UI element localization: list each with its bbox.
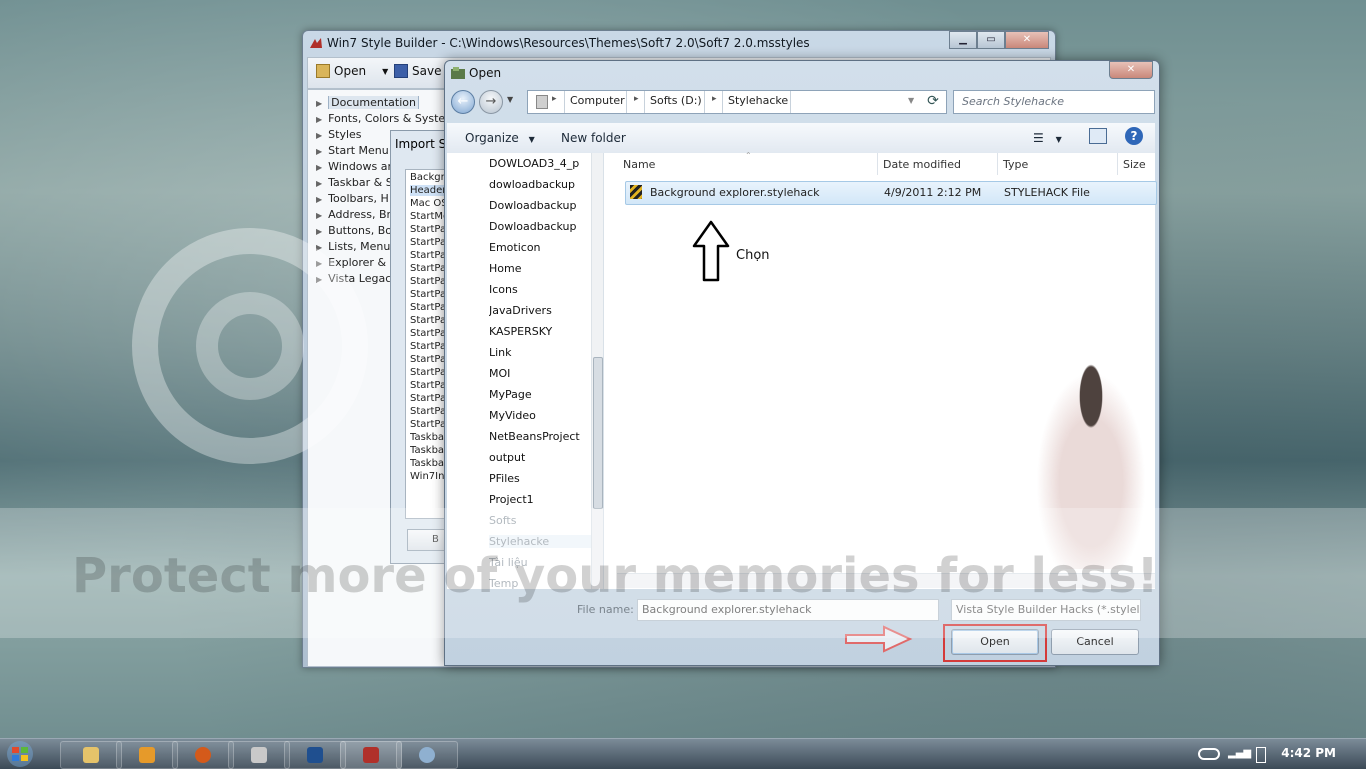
folder-item[interactable]: KASPERSKY bbox=[489, 325, 591, 338]
import-dialog: Import S Backgr Header Mac OS StartMe St… bbox=[390, 130, 453, 564]
file-type: STYLEHACK File bbox=[1004, 186, 1090, 199]
style-builder-icon bbox=[363, 747, 379, 763]
address-dropdown-icon[interactable]: ▼ bbox=[908, 96, 914, 105]
watermark-text: Protect more of your memories for less! bbox=[72, 548, 1159, 604]
signal-icon[interactable]: ▂▄▆ bbox=[1228, 748, 1251, 760]
taskbar-tool[interactable] bbox=[228, 741, 290, 769]
breadcrumb-chevron-icon[interactable]: ▸ bbox=[552, 94, 557, 104]
column-type[interactable]: Type bbox=[1003, 158, 1028, 171]
organize-button[interactable]: Organize ▼ bbox=[465, 131, 535, 145]
watermark-logo-inner bbox=[196, 292, 304, 400]
breadcrumb-folder[interactable]: Stylehacke bbox=[728, 94, 788, 107]
chevron-down-icon: ▼ bbox=[528, 135, 535, 144]
sort-indicator-icon: ⌃ bbox=[745, 151, 752, 160]
preview-pane-icon[interactable] bbox=[1089, 128, 1107, 144]
close-button[interactable]: ✕ bbox=[1005, 31, 1049, 49]
breadcrumb-chevron-icon[interactable]: ▸ bbox=[712, 94, 717, 104]
forward-button[interactable]: → bbox=[479, 90, 503, 114]
file-date: 4/9/2011 2:12 PM bbox=[884, 186, 982, 199]
clock[interactable]: 4:42 PM bbox=[1281, 746, 1336, 760]
close-button[interactable]: ✕ bbox=[1109, 61, 1153, 79]
battery-icon[interactable] bbox=[1256, 747, 1266, 763]
column-size[interactable]: Size bbox=[1123, 158, 1146, 171]
folder-item[interactable]: DOWLOAD3_4_p bbox=[489, 157, 591, 170]
taskbar-style-builder[interactable] bbox=[340, 741, 402, 769]
folder-icon bbox=[316, 64, 330, 78]
tree-item[interactable]: ▶ Documentation bbox=[316, 96, 446, 109]
folder-icon bbox=[83, 747, 99, 763]
folder-item[interactable]: MyPage bbox=[489, 388, 591, 401]
open-dialog-icon bbox=[451, 67, 465, 79]
tree-item[interactable]: ▶ Fonts, Colors & System bbox=[316, 112, 446, 125]
folder-item[interactable]: PFiles bbox=[489, 472, 591, 485]
folder-item[interactable]: Dowloadbackup bbox=[489, 220, 591, 233]
taskbar-photoshop[interactable] bbox=[284, 741, 346, 769]
annotation-label: Chọn bbox=[736, 248, 770, 263]
folder-item[interactable]: Icons bbox=[489, 283, 591, 296]
folder-item[interactable]: dowloadbackup bbox=[489, 178, 591, 191]
folder-item[interactable]: JavaDrivers bbox=[489, 304, 591, 317]
folder-icon bbox=[536, 95, 548, 109]
folder-item[interactable]: Link bbox=[489, 346, 591, 359]
column-name[interactable]: Name bbox=[623, 158, 655, 171]
folder-item[interactable]: Project1 bbox=[489, 493, 591, 506]
style-builder-app-icon bbox=[310, 38, 322, 48]
minimize-button[interactable]: ▁ bbox=[949, 31, 977, 49]
stylehack-file-icon bbox=[630, 185, 642, 199]
start-button[interactable] bbox=[0, 739, 46, 769]
column-date-modified[interactable]: Date modified bbox=[883, 158, 961, 171]
save-button[interactable]: Save bbox=[394, 64, 441, 78]
file-row[interactable]: Background explorer.stylehack 4/9/2011 2… bbox=[625, 181, 1157, 205]
taskbar-explorer[interactable] bbox=[60, 741, 122, 769]
search-input[interactable]: Search Stylehacke bbox=[953, 90, 1155, 114]
open-dialog-title: Open bbox=[469, 66, 502, 80]
taskbar-firefox[interactable] bbox=[172, 741, 234, 769]
folder-item[interactable]: Home bbox=[489, 262, 591, 275]
open-button[interactable]: Open ▼ bbox=[316, 64, 388, 78]
up-arrow-annotation-icon bbox=[692, 220, 730, 282]
breadcrumb-chevron-icon[interactable]: ▸ bbox=[634, 94, 639, 104]
folder-item[interactable]: MOI bbox=[489, 367, 591, 380]
folder-item[interactable]: Dowloadbackup bbox=[489, 199, 591, 212]
back-button[interactable]: ← bbox=[451, 90, 475, 114]
folder-item[interactable]: MyVideo bbox=[489, 409, 591, 422]
recent-locations-icon[interactable]: ▼ bbox=[507, 95, 513, 104]
photoshop-icon bbox=[307, 747, 323, 763]
breadcrumb-drive[interactable]: Softs (D:) bbox=[650, 94, 702, 107]
taskbar-paint[interactable] bbox=[396, 741, 458, 769]
new-folder-button[interactable]: New folder bbox=[561, 131, 626, 145]
folder-item[interactable]: Emoticon bbox=[489, 241, 591, 254]
scrollbar-thumb[interactable] bbox=[593, 357, 603, 509]
breadcrumb-computer[interactable]: Computer bbox=[570, 94, 625, 107]
save-icon bbox=[394, 64, 408, 78]
maximize-button[interactable]: ▭ bbox=[977, 31, 1005, 49]
paint-icon bbox=[419, 747, 435, 763]
toggle-icon[interactable] bbox=[1198, 748, 1220, 760]
refresh-icon[interactable]: ⟳ bbox=[923, 91, 943, 111]
help-icon[interactable]: ? bbox=[1125, 127, 1143, 145]
media-player-icon bbox=[139, 747, 155, 763]
taskbar: ▂▄▆ 4:42 PM bbox=[0, 738, 1366, 769]
taskbar-media-player[interactable] bbox=[116, 741, 178, 769]
view-options-icon[interactable]: ☰ ▼ bbox=[1033, 131, 1062, 145]
import-dialog-title: Import S bbox=[395, 137, 447, 151]
file-name: Background explorer.stylehack bbox=[650, 186, 820, 199]
folder-item[interactable]: NetBeansProject bbox=[489, 430, 591, 443]
window-title: Win7 Style Builder - C:\Windows\Resource… bbox=[327, 36, 810, 50]
tool-icon bbox=[251, 747, 267, 763]
chevron-down-icon: ▼ bbox=[382, 66, 389, 76]
command-bar: Organize ▼ New folder ☰ ▼ ? bbox=[447, 123, 1155, 154]
address-bar[interactable]: ▸ Computer ▸ Softs (D:) ▸ Stylehacke ▼ bbox=[527, 90, 947, 114]
firefox-icon bbox=[195, 747, 211, 763]
folder-item[interactable]: output bbox=[489, 451, 591, 464]
